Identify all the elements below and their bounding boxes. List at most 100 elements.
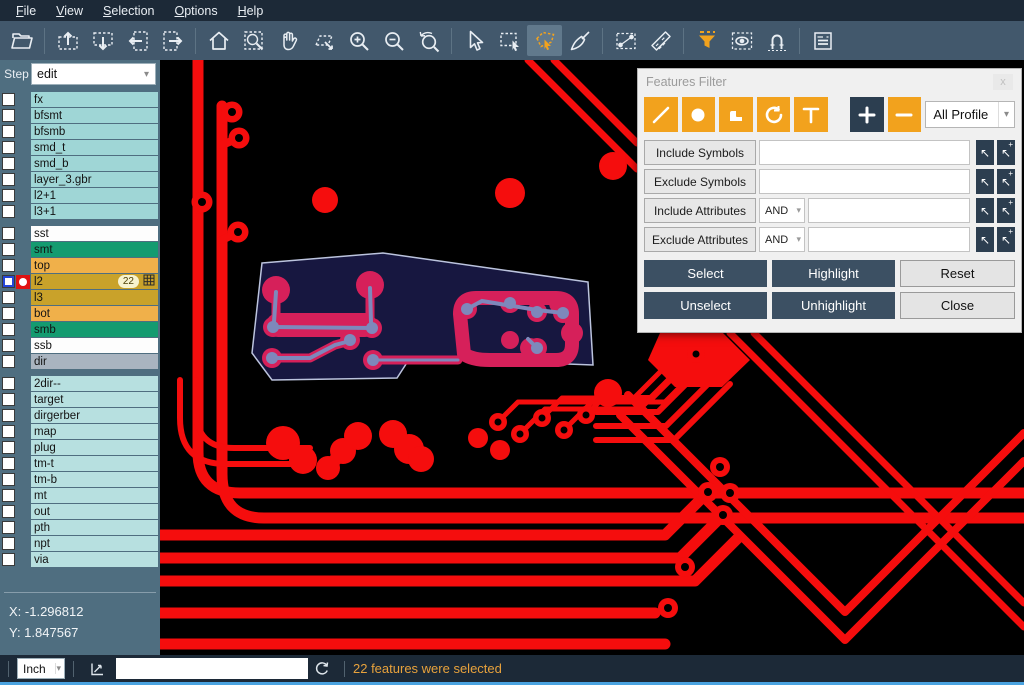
layer-checkbox-sst[interactable]: [2, 227, 15, 240]
layer-checkbox-layer_3.gbr[interactable]: [2, 173, 15, 186]
select-arrow-icon[interactable]: [457, 25, 492, 56]
layer-item-smd_b[interactable]: smd_b: [31, 156, 158, 171]
layer-checkbox-ssb[interactable]: [2, 339, 15, 352]
surface-feature-icon[interactable]: [719, 97, 753, 132]
layer-checkbox-2dir--[interactable]: [2, 377, 15, 390]
pcb-canvas[interactable]: Features Filter x All Profile ▾: [160, 60, 1024, 655]
sync-refresh-icon[interactable]: [314, 661, 330, 677]
layer-item-bfsmb[interactable]: bfsmb: [31, 124, 158, 139]
dialog-title-bar[interactable]: Features Filter x: [638, 69, 1021, 95]
layer-item-plug[interactable]: plug: [31, 440, 158, 455]
layer-row-smd_b[interactable]: smd_b: [0, 156, 160, 171]
layer-checkbox-smb[interactable]: [2, 323, 15, 336]
layer-row-l2+1[interactable]: l2+1: [0, 188, 160, 203]
layer-row-smb[interactable]: smb: [0, 322, 160, 337]
layer-item-fx[interactable]: fx: [31, 92, 158, 107]
menu-item-view[interactable]: View: [46, 2, 93, 20]
unit-select[interactable]: Inch ▾: [17, 658, 65, 679]
layer-item-dirgerber[interactable]: dirgerber: [31, 408, 158, 423]
layer-checkbox-bot[interactable]: [2, 307, 15, 320]
layer-row-fx[interactable]: fx: [0, 92, 160, 107]
layer-row-ssb[interactable]: ssb: [0, 338, 160, 353]
layer-checkbox-top[interactable]: [2, 259, 15, 272]
layer-row-out[interactable]: out: [0, 504, 160, 519]
layer-item-out[interactable]: out: [31, 504, 158, 519]
layer-checkbox-map[interactable]: [2, 425, 15, 438]
menu-item-selection[interactable]: Selection: [93, 2, 164, 20]
select-button[interactable]: Select: [644, 260, 767, 287]
pad-feature-icon[interactable]: [682, 97, 716, 132]
layer-checkbox-l2[interactable]: [2, 275, 15, 288]
layer-checkbox-dir[interactable]: [2, 355, 15, 368]
layer-item-l2[interactable]: l222: [31, 274, 158, 289]
include-symbols-input[interactable]: [759, 140, 970, 165]
zoom-window-icon[interactable]: [236, 25, 271, 56]
pick-arrow-add-icon[interactable]: ↖+: [997, 169, 1015, 194]
layer-row-pth[interactable]: pth: [0, 520, 160, 535]
layer-item-smt[interactable]: smt: [31, 242, 158, 257]
include-attributes-button[interactable]: Include Attributes: [644, 198, 756, 223]
layer-row-npt[interactable]: npt: [0, 536, 160, 551]
step-select[interactable]: edit ▾: [31, 63, 156, 85]
layer-item-ssb[interactable]: ssb: [31, 338, 158, 353]
pan-left-icon[interactable]: [120, 25, 155, 56]
pan-right-icon[interactable]: [155, 25, 190, 56]
pick-arrow-icon[interactable]: ↖: [976, 169, 994, 194]
open-folder-icon[interactable]: [4, 25, 39, 56]
layer-checkbox-dirgerber[interactable]: [2, 409, 15, 422]
layer-checkbox-fx[interactable]: [2, 93, 15, 106]
profile-select[interactable]: All Profile ▾: [925, 101, 1015, 128]
layer-item-mt[interactable]: mt: [31, 488, 158, 503]
zoom-out-icon[interactable]: [376, 25, 411, 56]
features-filter-icon[interactable]: [689, 25, 724, 56]
layer-item-tm-t[interactable]: tm-t: [31, 456, 158, 471]
pick-arrow-icon[interactable]: ↖: [976, 140, 994, 165]
exclude-attributes-button[interactable]: Exclude Attributes: [644, 227, 756, 252]
layer-row-dir[interactable]: dir: [0, 354, 160, 369]
home-view-icon[interactable]: [201, 25, 236, 56]
and-or-select[interactable]: AND▾: [759, 227, 805, 252]
measure-line-icon[interactable]: [608, 25, 643, 56]
layer-checkbox-out[interactable]: [2, 505, 15, 518]
include-attributes-input[interactable]: [808, 198, 970, 223]
layer-item-l2+1[interactable]: l2+1: [31, 188, 158, 203]
layer-checkbox-plug[interactable]: [2, 441, 15, 454]
arc-feature-icon[interactable]: [757, 97, 791, 132]
pick-arrow-icon[interactable]: ↖: [976, 227, 994, 252]
layer-row-mt[interactable]: mt: [0, 488, 160, 503]
layer-row-bfsmb[interactable]: bfsmb: [0, 124, 160, 139]
pick-arrow-add-icon[interactable]: ↖+: [997, 227, 1015, 252]
layer-checkbox-bfsmt[interactable]: [2, 109, 15, 122]
close-button[interactable]: Close: [900, 292, 1015, 319]
layer-table-icon[interactable]: [143, 274, 155, 289]
layer-checkbox-l3+1[interactable]: [2, 205, 15, 218]
layer-item-dir[interactable]: dir: [31, 354, 158, 369]
layer-row-l3+1[interactable]: l3+1: [0, 204, 160, 219]
pan-up-icon[interactable]: [50, 25, 85, 56]
highlight-button[interactable]: Highlight: [772, 260, 895, 287]
close-icon[interactable]: x: [993, 74, 1013, 90]
pan-down-icon[interactable]: [85, 25, 120, 56]
view-overlay-icon[interactable]: [724, 25, 759, 56]
snap-magnet-icon[interactable]: [759, 25, 794, 56]
panel-form-icon[interactable]: [805, 25, 840, 56]
layer-item-bot[interactable]: bot: [31, 306, 158, 321]
layer-row-plug[interactable]: plug: [0, 440, 160, 455]
exclude-symbols-input[interactable]: [759, 169, 970, 194]
layer-item-layer_3.gbr[interactable]: layer_3.gbr: [31, 172, 158, 187]
exclude-attributes-input[interactable]: [808, 227, 970, 252]
reset-button[interactable]: Reset: [900, 260, 1015, 287]
zoom-previous-icon[interactable]: [411, 25, 446, 56]
layer-checkbox-pth[interactable]: [2, 521, 15, 534]
layer-checkbox-l2+1[interactable]: [2, 189, 15, 202]
menu-item-help[interactable]: Help: [228, 2, 274, 20]
layer-row-smt[interactable]: smt: [0, 242, 160, 257]
ruler-icon[interactable]: [643, 25, 678, 56]
layer-row-via[interactable]: via: [0, 552, 160, 567]
layer-row-l3[interactable]: l3: [0, 290, 160, 305]
layer-item-smd_t[interactable]: smd_t: [31, 140, 158, 155]
layer-checkbox-target[interactable]: [2, 393, 15, 406]
layer-row-target[interactable]: target: [0, 392, 160, 407]
layer-row-tm-t[interactable]: tm-t: [0, 456, 160, 471]
layer-checkbox-smd_t[interactable]: [2, 141, 15, 154]
